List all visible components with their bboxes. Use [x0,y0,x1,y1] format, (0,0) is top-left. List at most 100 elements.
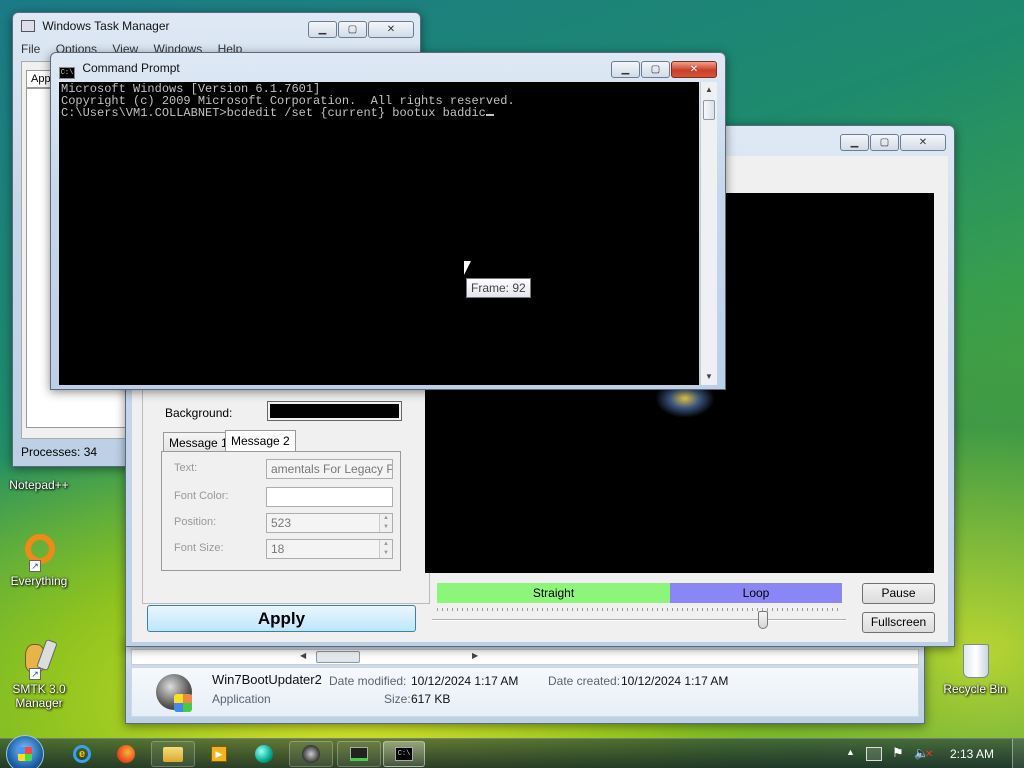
taskbar-media-player[interactable]: ▶ [199,741,239,767]
console-command: C:\Users\VM1.COLLABNET>bcdedit /set {cur… [61,106,486,120]
tm-processes-status: Processes: 34 [21,445,98,459]
details-pane: Win7BootUpdater2 Application Date modifi… [131,667,919,717]
everything-icon: ↗ [19,532,59,572]
command-prompt-icon: C:\ [395,747,413,761]
internet-explorer-icon: e [73,745,91,763]
desktop-icon-recycle-bin[interactable]: Recycle Bin [936,640,1014,696]
everything-label: Everything [10,574,68,588]
position-stepper[interactable]: 523 ▲ ▼ [266,513,393,533]
size-label: Size: [384,692,411,706]
cmd-close-button[interactable]: ✕ [671,61,717,78]
file-type: Application [212,692,271,706]
date-created-label: Date created: [548,674,621,688]
hscroll-left-arrow[interactable]: ◀ [300,651,306,660]
file-name: Win7BootUpdater2 [212,672,322,687]
hscroll-right-arrow[interactable]: ▶ [472,651,478,660]
text-label: Text: [174,462,198,474]
date-created-value: 10/12/2024 1:17 AM [621,674,729,688]
tm-maximize-button[interactable]: ▢ [338,21,367,38]
message-text-input[interactable]: amentals For Legacy PCS [266,459,393,479]
size-value: 617 KB [411,692,451,706]
taskbar-windows-explorer[interactable] [151,741,195,767]
show-hidden-icons-arrow[interactable]: ▲ [846,747,855,757]
text-cursor [485,114,494,116]
background-color-swatch[interactable] [267,401,402,421]
app-file-icon [152,670,196,714]
bu-close-button[interactable]: ✕ [900,134,946,151]
font-size-value: 18 [271,542,285,556]
recycle-bin-label: Recycle Bin [943,682,1007,696]
bu-maximize-button[interactable]: ▢ [870,134,899,151]
hscroll-thumb[interactable] [316,651,360,663]
taskbar-firefox[interactable] [106,741,146,767]
font-color-input[interactable] [266,487,393,507]
volume-muted-icon[interactable]: 🔈✕ [914,746,933,760]
taskbar-internet-explorer[interactable]: e [62,741,102,767]
frame-slider-track[interactable] [432,611,846,629]
scroll-thumb[interactable] [703,100,715,120]
tm-menu-file[interactable]: File [21,42,40,56]
date-modified-label: Date modified: [329,674,407,688]
explorer-window: ◀ ▶ Win7BootUpdater2 Application Date mo… [125,640,925,724]
folder-icon [163,746,183,762]
position-value: 523 [271,516,292,530]
firefox-icon [117,745,135,763]
background-label: Background: [165,406,233,420]
network-icon[interactable] [866,747,882,761]
console-output[interactable]: Microsoft Windows [Version 6.1.7601] Copy… [59,82,699,385]
taskbar-browser[interactable] [244,741,284,767]
position-spin-arrows[interactable]: ▲ ▼ [379,514,392,532]
font-size-label: Font Size: [174,542,224,554]
mouse-pointer-icon [464,261,471,275]
frame-slider-thumb[interactable] [758,611,769,629]
straight-label: Straight [532,586,575,600]
cmd-vertical-scrollbar[interactable]: ▲ ▼ [700,82,717,385]
boot-updater-icon [302,745,320,763]
taskbar-command-prompt[interactable]: C:\ [383,741,425,767]
bu-minimize-button[interactable]: ▁ [840,134,869,151]
task-manager-icon [21,20,35,32]
cmd-maximize-button[interactable]: ▢ [641,61,670,78]
browser-globe-icon [255,745,273,763]
position-label: Position: [174,516,217,528]
media-player-icon: ▶ [211,746,227,762]
loop-button[interactable]: Loop [670,583,842,603]
smtk-icon: ↗ [19,638,59,680]
taskbar: e ▶ C:\ ▲ ⚑ 🔈✕ 2:13 AM [0,735,1024,768]
straight-button[interactable]: Straight [437,583,670,603]
fullscreen-button[interactable]: Fullscreen [862,612,935,633]
console-line: C:\Users\VM1.COLLABNET>bcdedit /set {cur… [61,107,699,119]
task-manager-title: Windows Task Manager [42,19,170,33]
pause-button[interactable]: Pause [862,583,935,604]
windows-flag-icon [18,747,32,761]
tm-minimize-button[interactable]: ▁ [308,21,337,38]
font-size-spin-arrows[interactable]: ▲ ▼ [379,540,392,558]
system-clock[interactable]: 2:13 AM [950,747,994,761]
taskbar-task-manager[interactable] [337,741,381,767]
date-modified-value: 10/12/2024 1:17 AM [411,674,519,688]
desktop-icon-notepadpp[interactable]: Notepad++ [0,478,78,498]
action-center-flag-icon[interactable]: ⚑ [892,745,904,761]
font-size-stepper[interactable]: 18 ▲ ▼ [266,539,393,559]
command-prompt-window: C:\ Command Prompt ▁ ▢ ✕ Microsoft Windo… [50,52,726,390]
notepadpp-label: Notepad++ [9,478,69,492]
apply-button[interactable]: Apply [147,605,416,632]
desktop-icon-smtk[interactable]: ↗ SMTK 3.0 Manager [0,638,78,710]
task-manager-icon [350,747,368,761]
show-desktop-button[interactable] [1012,739,1024,768]
scroll-up-arrow[interactable]: ▲ [701,82,717,98]
cmd-title: Command Prompt [82,61,180,75]
smtk-label: SMTK 3.0 Manager [12,682,66,710]
cmd-minimize-button[interactable]: ▁ [611,61,640,78]
font-color-label: Font Color: [174,490,229,502]
cmd-icon: C:\ [59,67,75,79]
frame-tooltip: Frame: 92 [466,278,531,298]
tab-message-2[interactable]: Message 2 [225,430,296,452]
scroll-down-arrow[interactable]: ▼ [701,369,717,385]
desktop-icon-everything[interactable]: ↗ Everything [0,532,78,588]
tab-message-1[interactable]: Message 1 [163,432,234,452]
tm-close-button[interactable]: ✕ [368,21,414,38]
recycle-bin-icon [955,640,995,680]
start-orb[interactable] [6,735,44,768]
taskbar-boot-updater[interactable] [289,741,333,767]
